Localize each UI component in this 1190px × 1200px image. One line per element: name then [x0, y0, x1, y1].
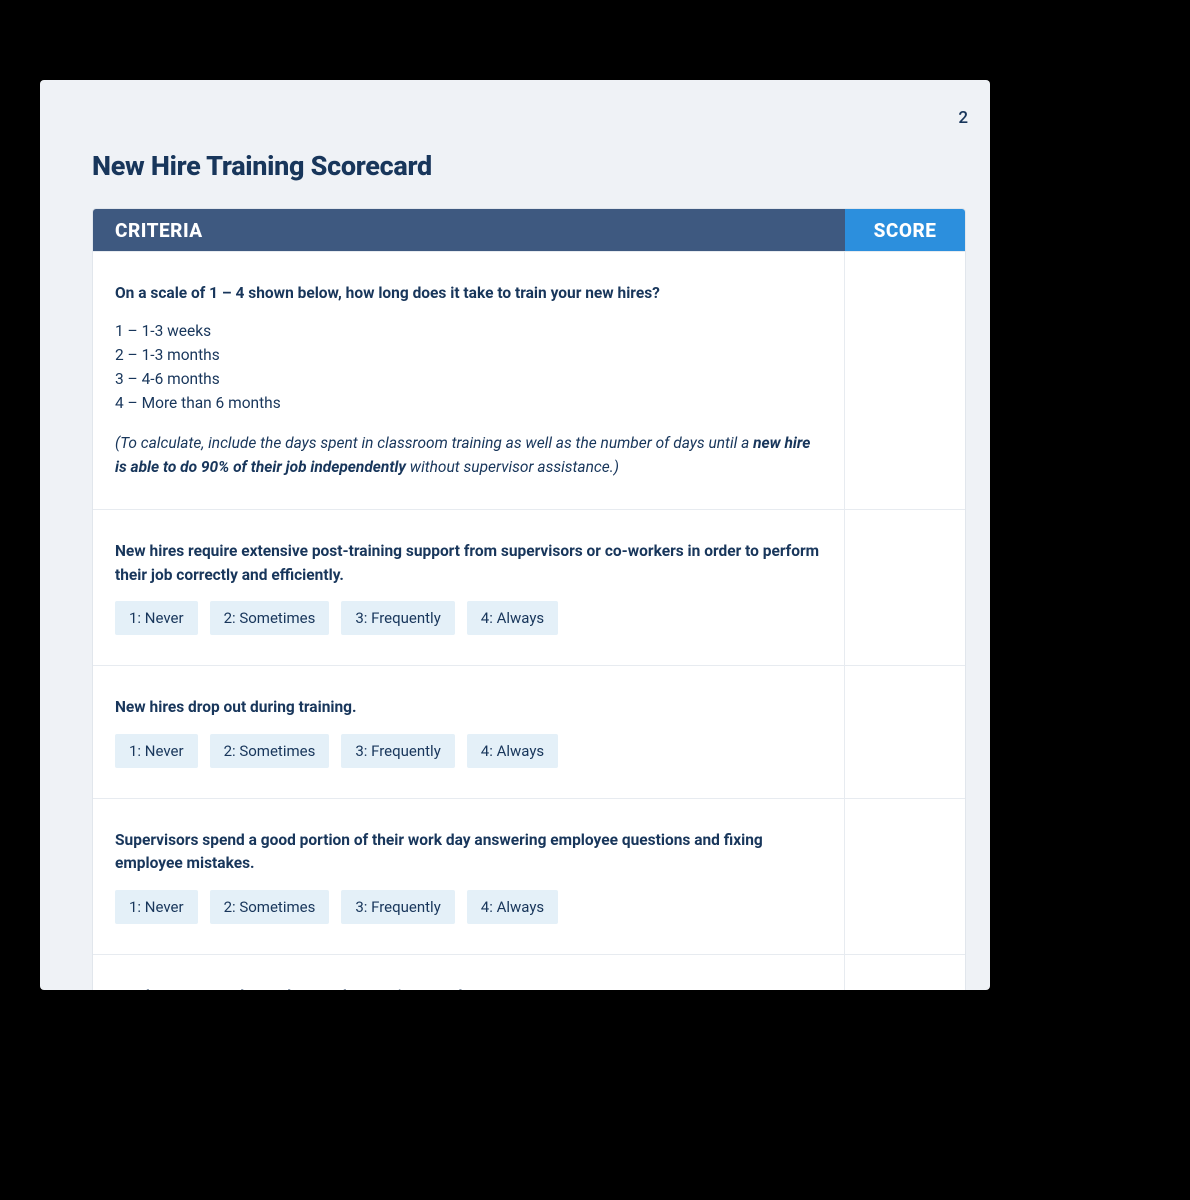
option-sometimes[interactable]: 2: Sometimes [210, 601, 330, 636]
question-text: On a scale of 1 – 4 shown below, how lon… [115, 282, 822, 305]
criteria-cell: New hires drop out during training. 1: N… [93, 666, 845, 798]
option-never[interactable]: 1: Never [115, 734, 198, 769]
option-always[interactable]: 4: Always [467, 734, 558, 769]
option-row: 1: Never 2: Sometimes 3: Frequently 4: A… [115, 601, 822, 636]
question-text: Supervisors spend a good portion of thei… [115, 829, 822, 876]
scale-option-1: 1 – 1-3 weeks [115, 319, 822, 343]
scorecard-table: CRITERIA SCORE On a scale of 1 – 4 shown… [92, 208, 966, 990]
option-always[interactable]: 4: Always [467, 601, 558, 636]
option-sometimes[interactable]: 2: Sometimes [210, 734, 330, 769]
page-number: 2 [958, 108, 968, 128]
score-cell[interactable] [845, 666, 965, 798]
criteria-cell: On a scale of 1 – 4 shown below, how lon… [93, 252, 845, 509]
option-never[interactable]: 1: Never [115, 890, 198, 925]
criteria-cell: Employees struggle to adapt to changes i… [93, 955, 845, 990]
option-sometimes[interactable]: 2: Sometimes [210, 890, 330, 925]
option-frequently[interactable]: 3: Frequently [341, 601, 454, 636]
table-header-row: CRITERIA SCORE [93, 209, 965, 251]
criteria-cell: New hires require extensive post-trainin… [93, 510, 845, 665]
scale-option-2: 2 – 1-3 months [115, 343, 822, 367]
option-row: 1: Never 2: Sometimes 3: Frequently 4: A… [115, 890, 822, 925]
question-text: New hires drop out during training. [115, 696, 822, 719]
scale-option-4: 4 – More than 6 months [115, 391, 822, 415]
table-row: Employees struggle to adapt to changes i… [93, 954, 965, 990]
option-frequently[interactable]: 3: Frequently [341, 890, 454, 925]
table-row: New hires require extensive post-trainin… [93, 509, 965, 665]
option-always[interactable]: 4: Always [467, 890, 558, 925]
option-row: 1: Never 2: Sometimes 3: Frequently 4: A… [115, 734, 822, 769]
score-cell[interactable] [845, 955, 965, 990]
table-row: On a scale of 1 – 4 shown below, how lon… [93, 251, 965, 509]
calculation-note: (To calculate, include the days spent in… [115, 431, 822, 479]
question-text: Employees struggle to adapt to changes i… [115, 985, 822, 990]
score-cell[interactable] [845, 252, 965, 509]
table-row: New hires drop out during training. 1: N… [93, 665, 965, 798]
option-never[interactable]: 1: Never [115, 601, 198, 636]
question-text: New hires require extensive post-trainin… [115, 540, 822, 587]
note-prefix: (To calculate, include the days spent in… [115, 434, 753, 452]
option-frequently[interactable]: 3: Frequently [341, 734, 454, 769]
table-row: Supervisors spend a good portion of thei… [93, 798, 965, 954]
page-title: New Hire Training Scorecard [92, 150, 432, 182]
scale-option-3: 3 – 4-6 months [115, 367, 822, 391]
note-suffix: without supervisor assistance.) [410, 458, 619, 476]
score-cell[interactable] [845, 799, 965, 954]
score-cell[interactable] [845, 510, 965, 665]
header-score: SCORE [845, 209, 965, 251]
scale-list: 1 – 1-3 weeks 2 – 1-3 months 3 – 4-6 mon… [115, 319, 822, 415]
document-page: 2 New Hire Training Scorecard CRITERIA S… [40, 80, 990, 990]
criteria-cell: Supervisors spend a good portion of thei… [93, 799, 845, 954]
header-criteria: CRITERIA [93, 209, 845, 251]
